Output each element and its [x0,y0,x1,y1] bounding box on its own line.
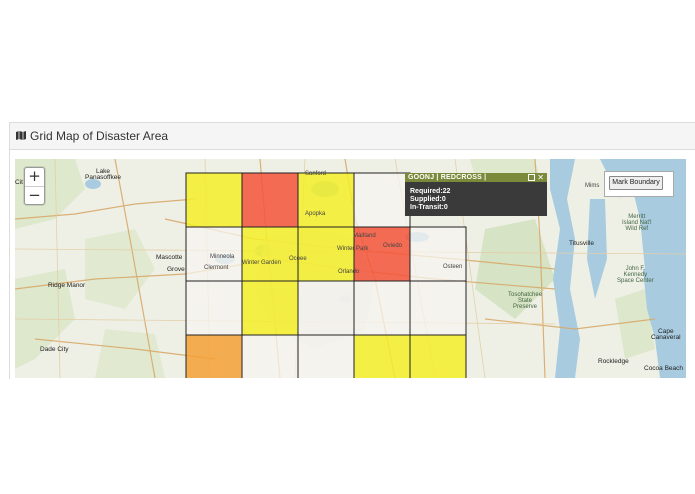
map-canvas[interactable]: Lake Panasoffkee Cit Mascotte Grove Ridg… [15,159,686,378]
label-citrus: Cit [15,179,23,186]
panel-header: Grid Map of Disaster Area [10,123,695,150]
popup-supplied: Supplied:0 [410,196,446,203]
grid-cell-white[interactable] [297,280,355,336]
popup-in-transit: In-Transit:0 [410,204,448,211]
grid-cell-white[interactable] [353,172,411,228]
grid-cell-yellow[interactable] [185,172,243,228]
label-sanford: Sanford [305,171,327,177]
label-oviedo: Oviedo [383,243,403,249]
grid-cell-yellow[interactable] [297,172,355,228]
zoom-out-button[interactable]: − [25,187,44,205]
label-merritt-island: Merritt Island Nat'l Wild Ref [622,214,652,232]
label-clermont: Clermont [204,265,229,271]
panel-title-text: Grid Map of Disaster Area [30,129,169,143]
label-rockledge: Rockledge [598,358,629,365]
grid-cell-white[interactable] [409,280,467,336]
label-winter-garden: Winter Garden [242,260,282,266]
label-cape-canaveral: Cape Canaveral [651,328,681,341]
panel-title: Grid Map of Disaster Area [16,129,168,143]
label-osteen: Osteen [443,264,463,270]
label-winter-park: Winter Park [337,246,369,252]
label-mims: Mims [585,183,600,189]
label-ocoee: Ocoee [289,256,307,262]
label-titusville: Titusville [569,240,595,247]
map-icon [16,129,30,143]
popup-required: Required:22 [410,188,451,195]
grid-cell-white[interactable] [353,280,411,336]
grid-cell-red[interactable] [241,172,299,228]
label-dade-city: Dade City [40,346,69,353]
maximize-icon[interactable] [528,174,535,181]
label-lake-panasoffkee: Lake Panasoffkee [85,168,122,181]
grid-info-popup: GOONJ | REDCROSS | ✕ Required:22 Supplie… [405,173,547,216]
zoom-control: + − [24,167,45,205]
label-orlando: Orlando [338,269,360,275]
popup-title: GOONJ | REDCROSS | [405,173,547,182]
grid-cell-yellow[interactable] [409,334,467,378]
zoom-in-button[interactable]: + [25,168,44,186]
label-tosohatchee: Tosohatchee State Preserve [508,292,543,310]
grid-cell-white[interactable] [409,226,467,282]
grid-cell-yellow[interactable] [353,334,411,378]
grid-cell-white[interactable] [297,334,355,378]
close-icon[interactable]: ✕ [537,173,544,182]
label-minneola: Minneola [210,254,235,260]
grid-cell-white[interactable] [185,280,243,336]
label-ridge-manor: Ridge Manor [48,282,86,289]
label-groveland: Grove [167,266,185,273]
grid-cell-orange[interactable] [185,334,243,378]
label-john-f-kennedy: John F. Kennedy Space Center [617,266,654,284]
grid-cell-white[interactable] [241,334,299,378]
grid-cell-yellow[interactable] [241,226,299,282]
label-apopka: Apopka [305,211,326,217]
label-cocoa-beach: Cocoa Beach [644,365,684,372]
grid-cell-yellow[interactable] [241,280,299,336]
label-maitland: Maitland [353,233,376,239]
mark-boundary-button[interactable]: Mark Boundary [609,176,663,190]
label-mascotte: Mascotte [156,254,183,261]
